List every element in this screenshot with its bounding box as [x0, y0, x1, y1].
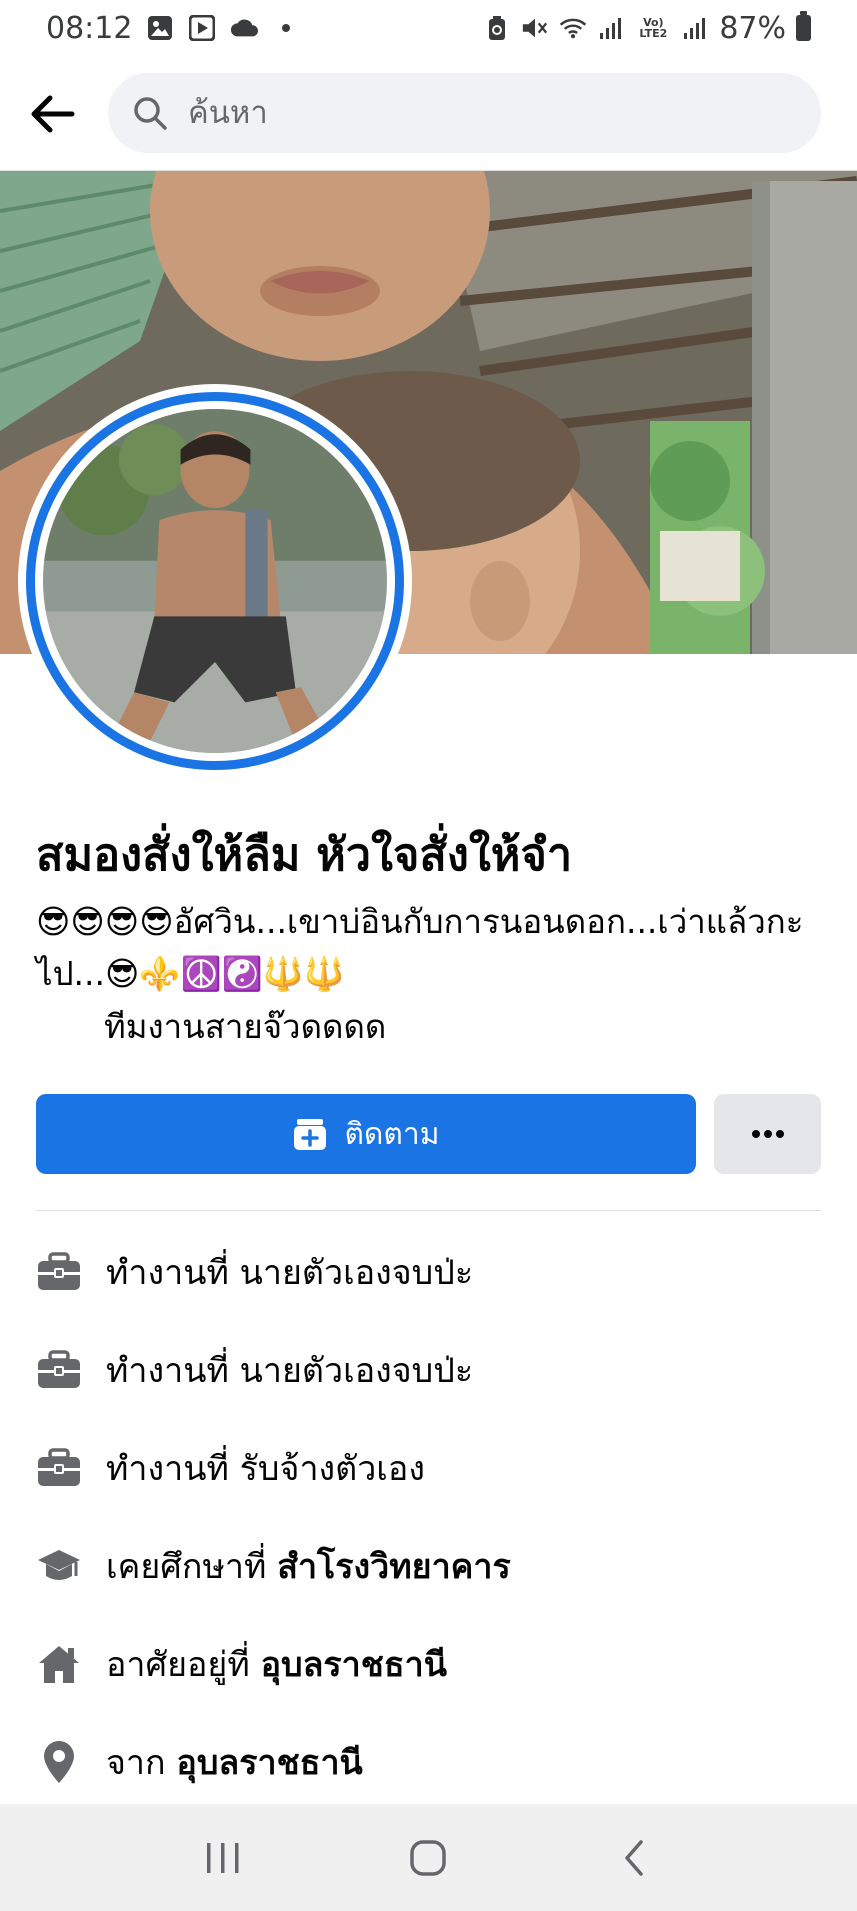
back-nav-button[interactable] — [604, 1828, 664, 1888]
briefcase-icon — [36, 1445, 82, 1491]
info-text: อาศัยอยู่ที่ อุบลราชธานี — [106, 1645, 447, 1685]
info-item-work-1[interactable]: ทำงานที่ นายตัวเองจบป่ะ — [0, 1232, 857, 1312]
info-item-from[interactable]: จาก อุบลราชธานี — [0, 1722, 857, 1802]
search-box[interactable] — [108, 73, 821, 153]
data-saver-icon — [483, 14, 511, 42]
signal-icon — [597, 14, 625, 42]
section-divider — [36, 1210, 821, 1211]
notification-dot-icon — [272, 14, 300, 42]
mute-icon — [521, 14, 549, 42]
home-icon — [36, 1641, 82, 1687]
lte-label: Vo) LTE2 — [639, 16, 668, 40]
info-item-work-3[interactable]: ทำงานที่ รับจ้างตัวเอง — [0, 1428, 857, 1508]
more-dots-icon — [751, 1130, 784, 1138]
more-options-button[interactable] — [714, 1094, 821, 1174]
follow-icon — [294, 1119, 327, 1150]
home-circle-icon — [410, 1839, 447, 1876]
info-text: จาก อุบลราชธานี — [106, 1743, 363, 1783]
signal-icon-2 — [681, 14, 709, 42]
avatar-story-ring — [26, 392, 404, 770]
briefcase-icon — [36, 1249, 82, 1295]
location-pin-icon — [36, 1739, 82, 1785]
info-text: ทำงานที่ รับจ้างตัวเอง — [106, 1449, 425, 1489]
profile-avatar[interactable] — [18, 384, 412, 778]
cloud-icon — [230, 14, 259, 42]
status-right: Vo) LTE2 87% — [483, 11, 811, 46]
back-button[interactable] — [24, 86, 80, 142]
arrow-left-icon — [31, 95, 75, 133]
info-text: ทำงานที่ นายตัวเองจบป่ะ — [106, 1351, 474, 1391]
wifi-icon — [559, 14, 587, 42]
profile-bio-team: ทีมงานสายจ๊วดดดด — [104, 1007, 387, 1046]
search-input[interactable] — [188, 95, 748, 131]
android-nav-bar — [0, 1804, 857, 1911]
info-text: เคยศึกษาที่ สำโรงวิทยาคาร — [106, 1547, 511, 1587]
recent-apps-button[interactable] — [193, 1828, 253, 1888]
chevron-left-icon — [625, 1839, 643, 1876]
info-item-work-2[interactable]: ทำงานที่ นายตัวเองจบป่ะ — [0, 1330, 857, 1410]
status-time: 08:12 — [46, 10, 133, 46]
profile-bio: 😎😎😎😎อัศวิน...เขาบ่อินกับการนอนดอก...เว่า… — [36, 902, 804, 993]
follow-label: ติดตาม — [344, 1116, 440, 1152]
info-item-lives-in[interactable]: อาศัยอยู่ที่ อุบลราชธานี — [0, 1624, 857, 1704]
recent-apps-icon — [206, 1842, 239, 1873]
profile-name: สมองสั่งให้ลืม หัวใจสั่งให้จำ — [36, 828, 573, 881]
top-nav — [0, 68, 857, 158]
info-text: ทำงานที่ นายตัวเองจบป่ะ — [106, 1253, 474, 1293]
gallery-icon — [146, 14, 174, 42]
home-button[interactable] — [398, 1828, 458, 1888]
play-store-icon — [188, 14, 216, 42]
follow-button[interactable]: ติดตาม — [36, 1094, 696, 1174]
status-bar: 08:12 Vo) LTE2 87% — [0, 0, 857, 56]
status-left: 08:12 — [46, 11, 300, 46]
graduation-cap-icon — [36, 1543, 82, 1589]
battery-icon — [796, 11, 811, 41]
info-item-education[interactable]: เคยศึกษาที่ สำโรงวิทยาคาร — [0, 1526, 857, 1606]
search-icon — [132, 94, 170, 132]
briefcase-icon — [36, 1347, 82, 1393]
battery-percent: 87% — [719, 10, 786, 46]
avatar-image — [43, 409, 387, 753]
